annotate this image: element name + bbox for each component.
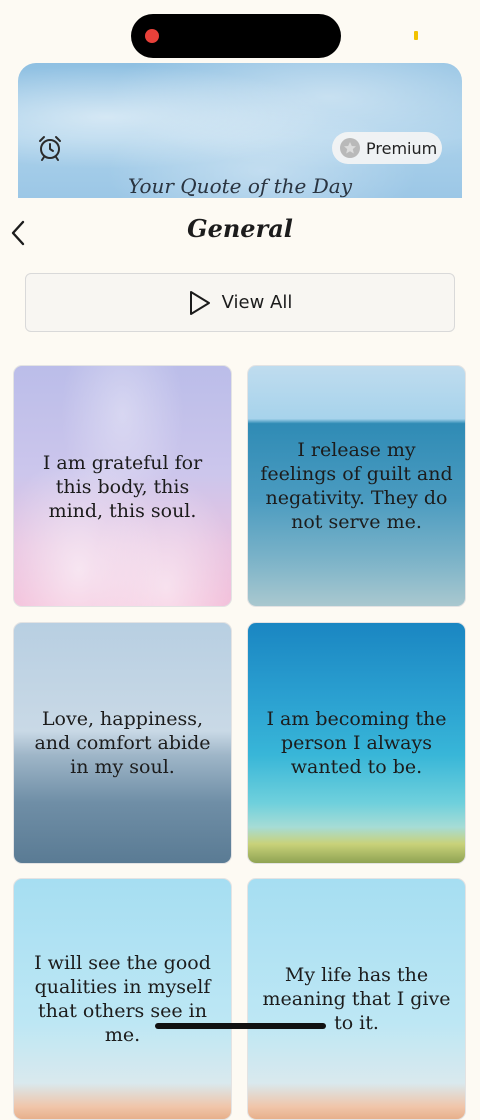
quote-card[interactable]: I am becoming the person I always wanted… <box>247 622 466 864</box>
play-icon <box>189 290 210 315</box>
quote-card[interactable]: My life has the meaning that I give to i… <box>247 878 466 1120</box>
quote-text: I am becoming the person I always wanted… <box>266 708 447 778</box>
alarm-clock-icon[interactable] <box>35 133 65 163</box>
page-title: General <box>187 214 293 243</box>
quote-card[interactable]: Love, happiness, and comfort abide in my… <box>13 622 232 864</box>
quote-text: I will see the good qualities in myself … <box>34 952 211 1046</box>
recording-indicator <box>145 29 159 43</box>
dynamic-island <box>131 14 341 58</box>
home-indicator[interactable] <box>155 1023 326 1029</box>
premium-button[interactable]: Premium <box>332 132 442 164</box>
quote-text: I am grateful for this body, this mind, … <box>42 452 203 522</box>
view-all-button[interactable]: View All <box>25 273 455 332</box>
quote-text: Love, happiness, and comfort abide in my… <box>34 708 211 778</box>
premium-label: Premium <box>366 138 438 158</box>
star-icon <box>340 138 360 158</box>
status-indicator <box>414 31 418 40</box>
quote-of-the-day-caption: Your Quote of the Day <box>127 174 353 198</box>
quote-card[interactable]: I release my feelings of guilt and negat… <box>247 365 466 607</box>
quote-card[interactable]: I am grateful for this body, this mind, … <box>13 365 232 607</box>
quote-card[interactable]: I will see the good qualities in myself … <box>13 878 232 1120</box>
quote-of-the-day-banner[interactable]: Premium Your Quote of the Day <box>18 63 462 198</box>
quote-text: I release my feelings of guilt and negat… <box>260 439 453 533</box>
view-all-label: View All <box>221 292 293 313</box>
